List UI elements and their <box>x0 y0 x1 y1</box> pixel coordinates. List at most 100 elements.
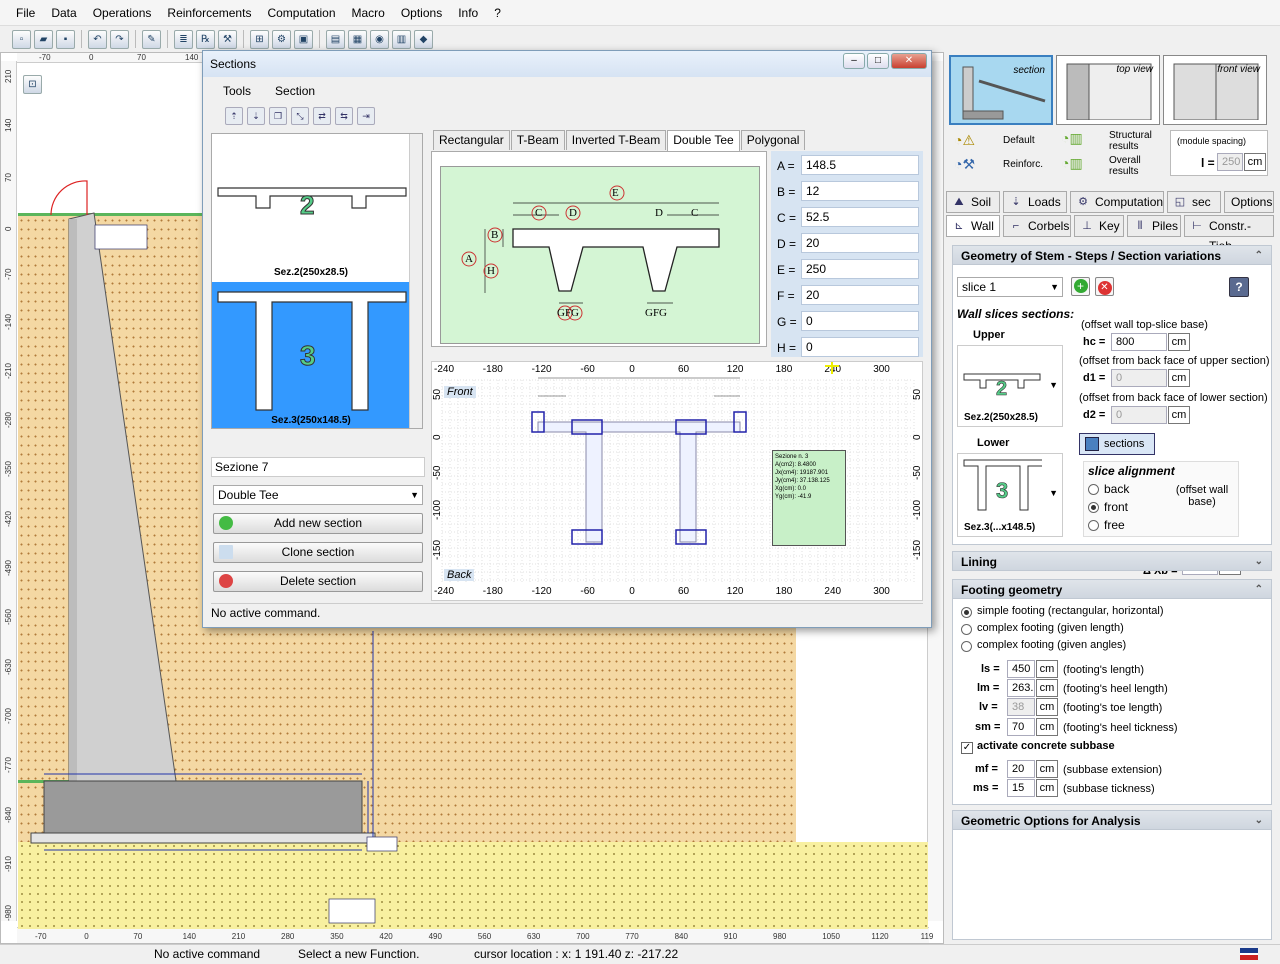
reinforcement-icon[interactable]: ◔⚒ <box>954 156 998 176</box>
overall-results-icon[interactable]: ◔▥ <box>1061 155 1105 177</box>
param-a-input[interactable]: 148.5 <box>801 155 919 175</box>
section-list-item-selected[interactable]: 3 Sez.3(250x148.5) <box>212 282 410 428</box>
tab-constr-tieb[interactable]: ⊢Constr.-Tieb. <box>1184 215 1274 253</box>
structural-results-link[interactable]: Structural results <box>1109 130 1159 152</box>
add-slice-button[interactable]: + <box>1071 277 1090 296</box>
sections-titlebar[interactable]: Sections <box>203 51 931 77</box>
param-b-input[interactable]: 12 <box>801 181 919 201</box>
gear-icon[interactable]: ⚙ <box>272 29 291 49</box>
report-icon[interactable]: ≣ <box>174 29 193 49</box>
hc-input[interactable]: 800 <box>1111 333 1167 351</box>
tab-computation[interactable]: ⚙ Computation <box>1070 191 1164 213</box>
document-icon[interactable]: ▦ <box>348 29 367 49</box>
subbase-checkbox[interactable]: ✓ <box>961 742 973 754</box>
d2-unit-button[interactable]: cm <box>1168 406 1190 424</box>
stem-section-header[interactable]: Geometry of Stem - Steps / Section varia… <box>952 245 1272 265</box>
tab-corbels[interactable]: ⌐ Corbels <box>1003 215 1071 237</box>
computer-icon[interactable]: ▤ <box>326 29 345 49</box>
tab-polygonal[interactable]: Polygonal <box>740 130 806 150</box>
sections-button[interactable]: sections <box>1079 433 1155 455</box>
d2-input[interactable]: 0 <box>1111 406 1167 424</box>
remove-slice-button[interactable]: ✕ <box>1095 277 1114 296</box>
menu-help[interactable]: ? <box>486 0 509 26</box>
radio-front[interactable] <box>1088 502 1099 513</box>
delete-section-button[interactable]: Delete section <box>213 571 423 592</box>
unit-button[interactable]: cm <box>1244 153 1266 171</box>
radio-back[interactable] <box>1088 484 1099 495</box>
tab-rectangular[interactable]: Rectangular <box>433 130 510 150</box>
radio-complex-length[interactable] <box>961 624 972 635</box>
view-section[interactable]: section <box>949 55 1053 125</box>
lower-section-picker[interactable]: 3 ▼ Sez.3(...x148.5) <box>957 453 1063 537</box>
param-g-input[interactable]: 0 <box>801 311 919 331</box>
sm-unit-button[interactable]: cm <box>1036 718 1058 736</box>
section-preview-grid[interactable]: -240 -240 -180 -180 -120 -120 -60 -60 0 0 60 60 120 1… <box>431 360 923 601</box>
undo-icon[interactable]: ↶ <box>88 29 107 49</box>
module-spacing-input[interactable]: 250 <box>1217 153 1243 171</box>
lm-unit-button[interactable]: cm <box>1036 679 1058 697</box>
move-down-icon[interactable]: ⇣ <box>247 107 265 125</box>
lv-input[interactable]: 38 <box>1007 698 1035 716</box>
mf-input[interactable]: 20 <box>1007 760 1035 778</box>
menu-computation[interactable]: Computation <box>259 0 343 26</box>
import-icon[interactable]: ⇄ <box>313 107 331 125</box>
export-icon[interactable]: ⇆ <box>335 107 353 125</box>
tab-t-beam[interactable]: T-Beam <box>510 130 565 150</box>
menu-options[interactable]: Options <box>393 0 450 26</box>
param-c-input[interactable]: 52.5 <box>801 207 919 227</box>
maximize-icon[interactable]: □ <box>867 53 889 69</box>
table-icon[interactable]: ▥ <box>392 29 411 49</box>
tab-loads[interactable]: ⇣ Loads <box>1003 191 1067 213</box>
move-up-icon[interactable]: ⇡ <box>225 107 243 125</box>
cube-icon[interactable]: ◆ <box>414 29 433 49</box>
tab-inverted-t-beam[interactable]: Inverted T-Beam <box>565 130 667 150</box>
radio-free[interactable] <box>1088 520 1099 531</box>
edit-icon[interactable]: ✎ <box>142 29 161 49</box>
tools-icon[interactable]: ⚒ <box>218 29 237 49</box>
structural-results-icon[interactable]: ◔▥ <box>1061 130 1105 152</box>
menu-macro[interactable]: Macro <box>344 0 393 26</box>
add-section-button[interactable]: Add new section <box>213 513 423 534</box>
view-front[interactable]: front view <box>1163 55 1267 125</box>
tab-key[interactable]: ⊥ Key <box>1074 215 1124 237</box>
save-icon[interactable]: ▪ <box>56 29 75 49</box>
sm-input[interactable]: 70 <box>1007 718 1035 736</box>
exit-icon[interactable]: ⇥ <box>357 107 375 125</box>
menu-data[interactable]: Data <box>43 0 84 26</box>
sections-window[interactable]: Sections – □ ✕ Tools Section ⇡ ⇣ ❐ ⤡ ⇄ ⇆… <box>202 50 932 628</box>
menu-file[interactable]: File <box>8 0 43 26</box>
param-d-input[interactable]: 20 <box>801 233 919 253</box>
tab-double-tee[interactable]: Double Tee <box>667 130 740 151</box>
open-folder-icon[interactable]: ▰ <box>34 29 53 49</box>
mf-unit-button[interactable]: cm <box>1036 760 1058 778</box>
tab-soil[interactable]: ⛰ Soil <box>946 191 1000 213</box>
menu-section[interactable]: Section <box>263 81 327 101</box>
copy-icon[interactable]: ❐ <box>269 107 287 125</box>
menu-info[interactable]: Info <box>450 0 486 26</box>
ls-input[interactable]: 450 <box>1007 660 1035 678</box>
d1-unit-button[interactable]: cm <box>1168 369 1190 387</box>
measure-icon[interactable]: ⤡ <box>291 107 309 125</box>
section-list[interactable]: 2 Sez.2(250x28.5) 3 Sez.3(250x148.5) <box>211 133 423 429</box>
radio-complex-angles[interactable] <box>961 641 972 652</box>
d1-input[interactable]: 0 <box>1111 369 1167 387</box>
window-icon[interactable]: ▣ <box>294 29 313 49</box>
redo-icon[interactable]: ↷ <box>110 29 129 49</box>
default-icon[interactable]: ◔⚠ <box>954 132 998 152</box>
minimize-icon[interactable]: – <box>843 53 865 69</box>
section-name-field[interactable]: Sezione 7 <box>211 457 425 477</box>
structure-icon[interactable]: ⊞ <box>250 29 269 49</box>
view-top[interactable]: top view <box>1056 55 1160 125</box>
ms-unit-button[interactable]: cm <box>1036 779 1058 797</box>
lining-section-header[interactable]: Lining ⌄ <box>952 551 1272 571</box>
param-f-input[interactable]: 20 <box>801 285 919 305</box>
clone-section-button[interactable]: Clone section <box>213 542 423 563</box>
hc-unit-button[interactable]: cm <box>1168 333 1190 351</box>
lv-unit-button[interactable]: cm <box>1036 698 1058 716</box>
ls-unit-button[interactable]: cm <box>1036 660 1058 678</box>
tab-sec[interactable]: ◱ sec <box>1167 191 1221 213</box>
close-icon[interactable]: ✕ <box>891 53 927 69</box>
menu-operations[interactable]: Operations <box>85 0 160 26</box>
menu-tools[interactable]: Tools <box>211 81 263 101</box>
section-list-item[interactable]: 2 Sez.2(250x28.5) <box>212 134 410 282</box>
